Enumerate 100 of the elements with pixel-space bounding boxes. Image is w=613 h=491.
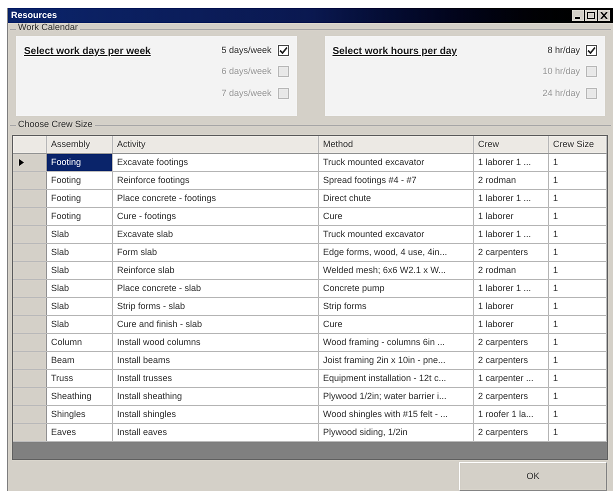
maximize-button[interactable] bbox=[585, 10, 597, 21]
table-cell: Equipment installation - 12t c... bbox=[319, 370, 474, 387]
option-label: 24 hr/day bbox=[542, 86, 580, 100]
table-cell: 1 bbox=[549, 280, 607, 297]
table-cell: 1 bbox=[549, 208, 607, 225]
table-cell: Strip forms - slab bbox=[113, 298, 319, 315]
table-cell: 2 rodman bbox=[474, 172, 549, 189]
table-cell: Sheathing bbox=[47, 388, 113, 405]
table-cell: Welded mesh; 6x6 W2.1 x W... bbox=[319, 262, 474, 279]
table-cell: Install trusses bbox=[113, 370, 319, 387]
table-cell: Reinforce footings bbox=[113, 172, 319, 189]
table-cell: 1 bbox=[549, 262, 607, 279]
table-cell: 2 rodman bbox=[474, 262, 549, 279]
table-cell: Form slab bbox=[113, 244, 319, 261]
table-cell: Strip forms bbox=[319, 298, 474, 315]
table-cell: Cure - footings bbox=[113, 208, 319, 225]
table-cell: Footing bbox=[47, 190, 113, 207]
table-cell: 1 bbox=[549, 172, 607, 189]
table-cell: Install eaves bbox=[113, 424, 319, 441]
column-header[interactable]: Activity bbox=[113, 136, 319, 153]
table-cell: 1 bbox=[549, 226, 607, 243]
table-cell: 1 laborer 1 ... bbox=[474, 226, 549, 243]
table-cell: Footing bbox=[47, 154, 113, 171]
table-cell: 1 bbox=[549, 190, 607, 207]
table-cell: Shingles bbox=[47, 406, 113, 423]
table-cell: 1 bbox=[549, 406, 607, 423]
table-cell: Concrete pump bbox=[319, 280, 474, 297]
table-cell: Truck mounted excavator bbox=[319, 226, 474, 243]
table-cell: Slab bbox=[47, 244, 113, 261]
option-label: 6 days/week bbox=[221, 65, 272, 78]
row-header[interactable] bbox=[13, 154, 47, 171]
table-cell: Install sheathing bbox=[113, 388, 319, 405]
table-cell: Wood framing - columns 6in ... bbox=[319, 334, 474, 351]
ok-button[interactable]: OK bbox=[459, 462, 607, 491]
table-cell: Spread footings #4 - #7 bbox=[319, 172, 474, 189]
table-cell: Cure bbox=[319, 316, 474, 333]
table-cell: 2 carpenters bbox=[474, 352, 549, 369]
column-header[interactable]: Crew Size bbox=[549, 136, 607, 153]
table-cell: Direct chute bbox=[319, 190, 474, 207]
row-pointer-icon bbox=[19, 159, 24, 166]
minimize-button[interactable] bbox=[572, 10, 584, 21]
table-cell: 1 laborer 1 ... bbox=[474, 154, 549, 171]
table-cell: Truss bbox=[47, 370, 113, 387]
table-cell: Joist framing 2in x 10in - pne... bbox=[319, 352, 474, 369]
table-cell: 1 bbox=[549, 424, 607, 441]
table-cell: Plywood 1/2in; water barrier i... bbox=[319, 388, 474, 405]
section-heading: Select work days per week bbox=[24, 44, 151, 59]
table-cell: 1 bbox=[549, 388, 607, 405]
check-icon bbox=[587, 46, 596, 55]
table-cell: 1 bbox=[549, 370, 607, 387]
column-header[interactable]: Crew bbox=[474, 136, 549, 153]
check-icon bbox=[278, 46, 288, 55]
table-cell: 1 bbox=[549, 334, 607, 351]
column-header[interactable]: Assembly bbox=[47, 136, 113, 153]
table-cell: 1 carpenter ... bbox=[474, 370, 549, 387]
option-label: 5 days/week bbox=[221, 44, 272, 57]
table-cell: Excavate slab bbox=[113, 226, 319, 243]
table-cell: Slab bbox=[47, 280, 113, 297]
table-cell: Excavate footings bbox=[113, 154, 319, 171]
table-cell: Slab bbox=[47, 316, 113, 333]
table-cell: Footing bbox=[47, 172, 113, 189]
table-cell: Beam bbox=[47, 352, 113, 369]
table-cell: 1 roofer 1 la... bbox=[474, 406, 549, 423]
table-cell: Footing bbox=[47, 208, 113, 225]
table-cell: 1 bbox=[549, 316, 607, 333]
group-title: Choose Crew Size bbox=[16, 120, 95, 129]
table-cell: Cure bbox=[319, 208, 474, 225]
table-cell: 1 bbox=[549, 244, 607, 261]
table-cell: 1 laborer bbox=[474, 316, 549, 333]
table-cell: 2 carpenters bbox=[474, 424, 549, 441]
table-cell: Eaves bbox=[47, 424, 113, 441]
option-label: 8 hr/day bbox=[547, 44, 580, 57]
close-button[interactable] bbox=[598, 10, 610, 21]
table-cell: Place concrete - slab bbox=[113, 280, 319, 297]
table-cell: Reinforce slab bbox=[113, 262, 319, 279]
table-cell: Install shingles bbox=[113, 406, 319, 423]
checkbox[interactable] bbox=[586, 44, 597, 56]
table-cell: Plywood siding, 1/2in bbox=[319, 424, 474, 441]
column-header[interactable]: Method bbox=[319, 136, 474, 153]
table-cell: Edge forms, wood, 4 use, 4in... bbox=[319, 244, 474, 261]
table-cell: 2 carpenters bbox=[474, 334, 549, 351]
table-cell: Slab bbox=[47, 262, 113, 279]
table-cell: Slab bbox=[47, 226, 113, 243]
table-cell: 2 carpenters bbox=[474, 244, 549, 261]
section-heading: Select work hours per day bbox=[332, 44, 457, 59]
table-cell: Install wood columns bbox=[113, 334, 319, 351]
option-label: 7 days/week bbox=[221, 86, 272, 100]
table-cell: 1 laborer bbox=[474, 208, 549, 225]
window-title: Resources bbox=[11, 8, 58, 22]
checkbox[interactable] bbox=[278, 44, 288, 56]
table-cell: 2 carpenters bbox=[474, 388, 549, 405]
table-cell: Column bbox=[47, 334, 113, 351]
table-cell: 1 bbox=[549, 352, 607, 369]
maximize-icon bbox=[587, 12, 595, 19]
close-icon bbox=[600, 12, 608, 19]
table-cell: 1 laborer 1 ... bbox=[474, 190, 549, 207]
table-cell: Truck mounted excavator bbox=[319, 154, 474, 171]
table-cell: Slab bbox=[47, 298, 113, 315]
table-cell: 1 laborer bbox=[474, 298, 549, 315]
table-cell: 1 bbox=[549, 154, 607, 171]
